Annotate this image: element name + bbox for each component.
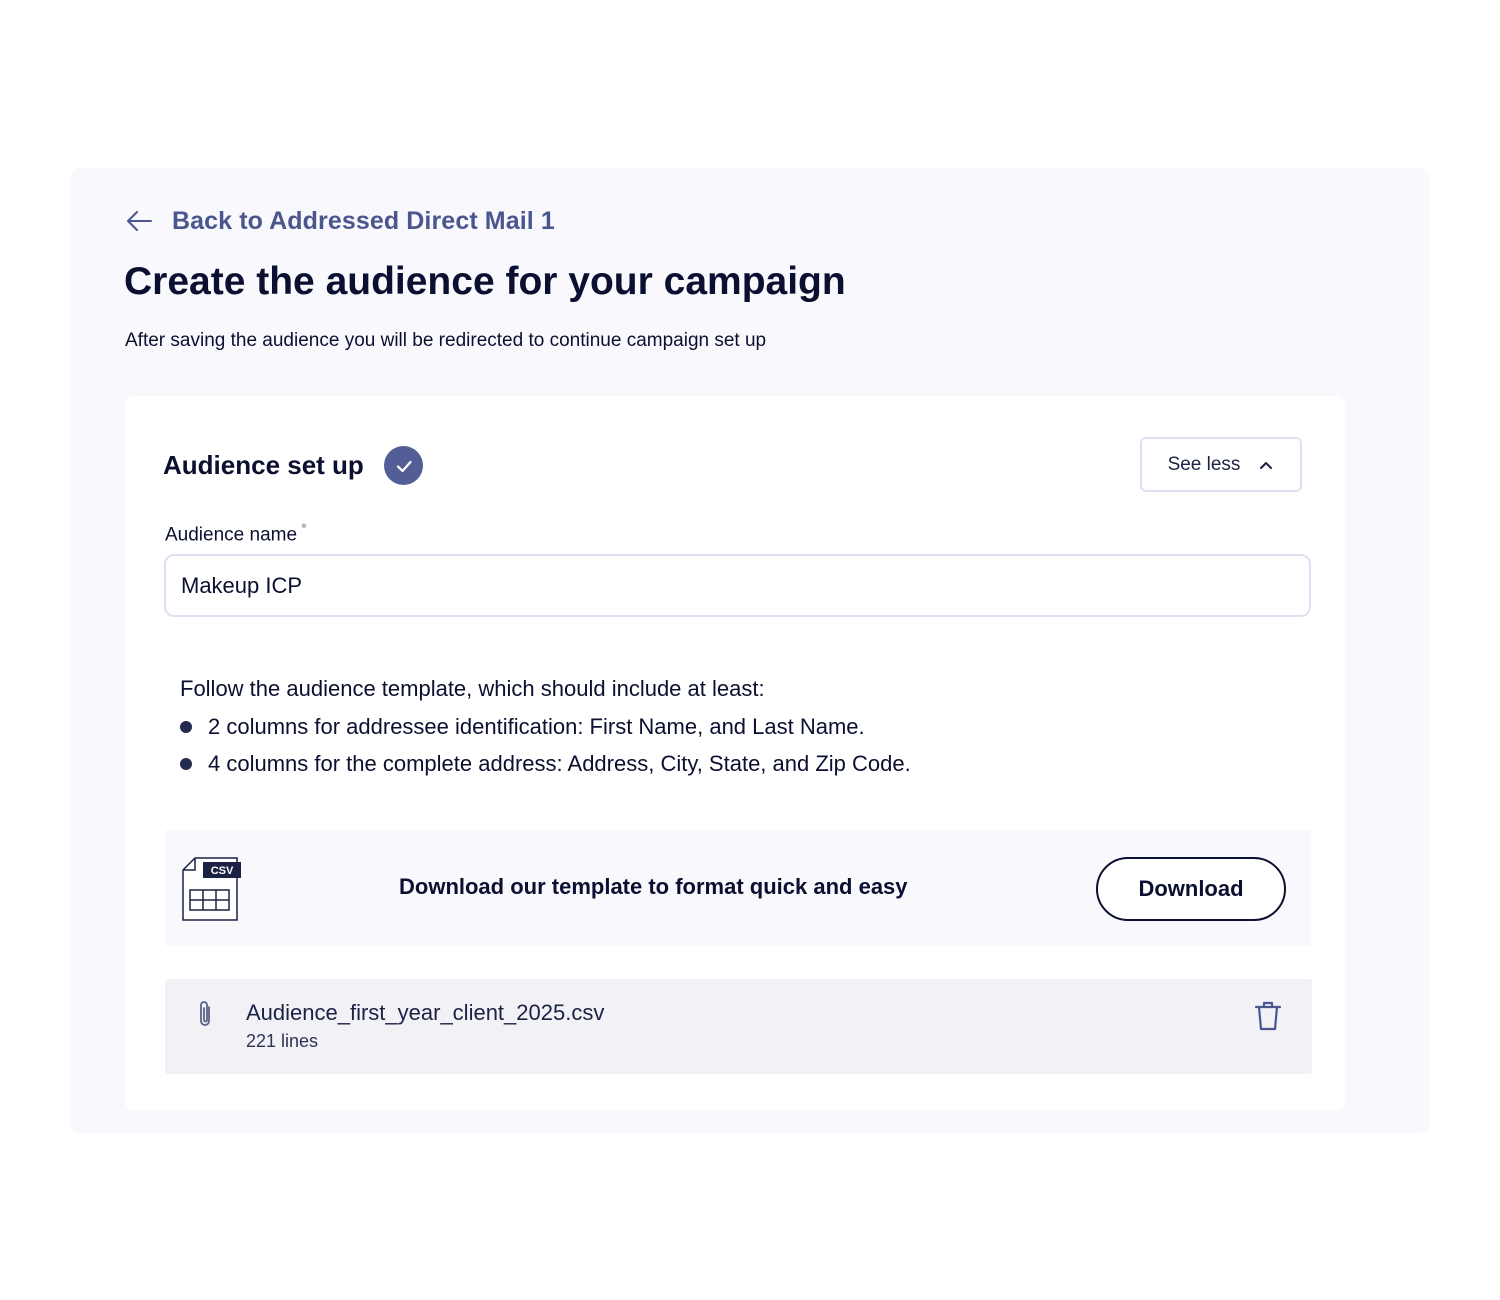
paperclip-icon <box>200 1001 210 1026</box>
page-title: Create the audience for your campaign <box>124 260 846 303</box>
file-line-count: 221 lines <box>246 1031 319 1051</box>
instructions-intro: Follow the audience template, which shou… <box>180 676 765 701</box>
check-circle-icon <box>384 446 423 485</box>
uploaded-file-row: Audience_first_year_client_2025.csv 221 … <box>165 979 1312 1074</box>
list-item: 2 columns for addressee identification: … <box>180 714 911 740</box>
template-download-box: CSV Download our template to format quic… <box>165 830 1311 946</box>
audience-name-label: Audience name * <box>165 520 307 546</box>
csv-badge-text: CSV <box>211 865 234 877</box>
list-item: 4 columns for the complete address: Addr… <box>180 751 911 777</box>
template-text: Download our template to format quick an… <box>399 874 908 899</box>
chevron-up-icon <box>1260 461 1273 469</box>
audience-name-input[interactable] <box>164 554 1311 617</box>
instructions-list: 2 columns for addressee identification: … <box>180 714 911 777</box>
see-less-button[interactable]: See less <box>1140 437 1302 492</box>
template-instructions: Follow the audience template, which shou… <box>180 676 911 788</box>
back-link-label: Back to Addressed Direct Mail 1 <box>172 206 555 235</box>
list-item-text: 2 columns for addressee identification: … <box>208 714 865 739</box>
arrow-left-icon <box>127 211 152 231</box>
bullet-icon <box>180 721 192 733</box>
csv-file-icon: CSV <box>182 857 241 921</box>
required-mark: * <box>301 520 307 537</box>
trash-icon[interactable] <box>1253 999 1283 1033</box>
card-title: Audience set up <box>163 450 364 480</box>
audience-page: Back to Addressed Direct Mail 1 Create t… <box>70 168 1430 1133</box>
bullet-icon <box>180 758 192 770</box>
list-item-text: 4 columns for the complete address: Addr… <box>208 751 911 776</box>
see-less-label: See less <box>1167 453 1241 475</box>
page-subtitle: After saving the audience you will be re… <box>125 330 767 351</box>
back-link[interactable]: Back to Addressed Direct Mail 1 <box>124 206 555 236</box>
download-button[interactable]: Download <box>1096 857 1286 921</box>
audience-setup-card: Audience set up See less Audience name * … <box>125 396 1345 1110</box>
file-name: Audience_first_year_client_2025.csv <box>246 1000 605 1025</box>
audience-name-label-text: Audience name <box>165 524 298 546</box>
